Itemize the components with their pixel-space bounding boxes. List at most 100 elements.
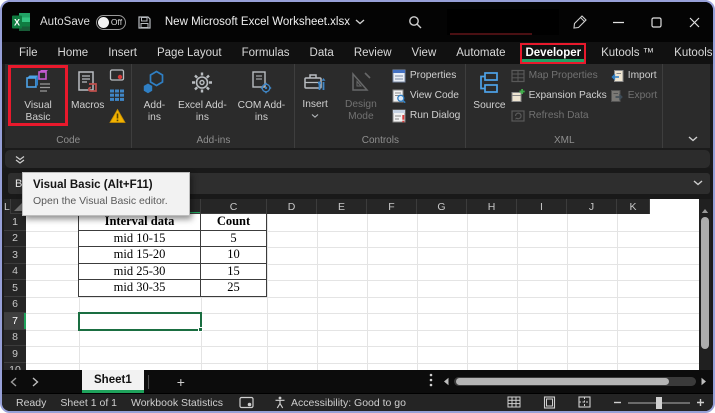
column-header-G[interactable]: G [417, 199, 467, 214]
column-header-J[interactable]: J [567, 199, 617, 214]
row-header-4[interactable]: 4 [4, 264, 26, 281]
sheet-nav-right-icon[interactable] [24, 377, 46, 387]
ribbon-tab-formulas[interactable]: Formulas [239, 45, 293, 61]
excel-add-ins-button[interactable]: Excel Add-ins [174, 67, 230, 124]
macros-button[interactable]: Macros [69, 67, 106, 113]
row-header-8[interactable]: 8 [4, 330, 26, 347]
ribbon-tab-data[interactable]: Data [307, 45, 337, 61]
column-header-C[interactable]: C [201, 199, 267, 214]
column-header-L[interactable]: L [4, 199, 11, 214]
workbook-statistics-button[interactable]: Workbook Statistics [131, 397, 223, 409]
cell-C2[interactable]: 5 [200, 230, 267, 248]
title-chevron-icon[interactable] [355, 19, 365, 25]
view-page-layout-icon[interactable] [543, 396, 556, 409]
properties-button[interactable]: Properties [392, 67, 460, 84]
save-icon[interactable] [138, 16, 151, 29]
cell-B5[interactable]: mid 30-35 [78, 279, 201, 297]
vscroll-thumb[interactable] [701, 217, 709, 349]
cell-C4[interactable]: 15 [200, 263, 267, 281]
column-header-F[interactable]: F [367, 199, 417, 214]
cell-B3[interactable]: mid 15-20 [78, 246, 201, 264]
view-page-break-icon[interactable] [578, 396, 591, 409]
status-sheet-info: Sheet 1 of 1 [60, 397, 117, 409]
ribbon-tab-kutools-plus[interactable]: Kutools Plus [671, 45, 715, 61]
ribbon-tab-file[interactable]: File [16, 45, 41, 61]
row-header-3[interactable]: 3 [4, 247, 26, 264]
column-header-H[interactable]: H [467, 199, 517, 214]
expansion-packs-button[interactable]: Expansion Packs [511, 87, 607, 104]
cell-B2[interactable]: mid 10-15 [78, 230, 201, 248]
import-button[interactable]: Import [610, 67, 657, 84]
cell-B4[interactable]: mid 25-30 [78, 263, 201, 281]
visual-basic-button[interactable]: Visual Basic [10, 67, 66, 124]
accessibility-status[interactable]: Accessibility: Good to go [291, 397, 406, 409]
ribbon-tab-review[interactable]: Review [351, 45, 395, 61]
ribbon-tab-kutools[interactable]: Kutools ™ [598, 45, 657, 61]
column-header-I[interactable]: I [517, 199, 567, 214]
add-ins-button[interactable]: Add-ins [137, 67, 171, 124]
row-header-6[interactable]: 6 [4, 297, 26, 314]
add-sheet-button[interactable]: + [177, 374, 185, 390]
com-add-ins-button[interactable]: COM Add-ins [233, 67, 289, 124]
insert-button[interactable]: Insert [300, 67, 329, 120]
selected-cell-B7[interactable] [78, 312, 202, 331]
selection-fill-handle[interactable] [198, 327, 203, 332]
export-button: Export [610, 87, 657, 104]
macro-security-icon[interactable] [109, 107, 126, 124]
design-mode-button: Design Mode [333, 67, 389, 123]
ribbon-tab-home[interactable]: Home [55, 45, 92, 61]
view-code-button[interactable]: View Code [392, 87, 460, 104]
document-title[interactable]: New Microsoft Excel Worksheet.xlsx [165, 16, 350, 28]
draw-icon[interactable] [573, 15, 587, 29]
worksheet-grid[interactable]: ABCDEFGHIJKL12345678910Interval dataCoun… [4, 199, 711, 370]
record-macro-icon[interactable] [109, 67, 126, 84]
formula-bar-expand-icon[interactable] [693, 180, 703, 186]
run-dialog-button[interactable]: Run Dialog [392, 107, 460, 124]
column-header-K[interactable]: K [617, 199, 650, 214]
qat-customize-icon[interactable] [15, 155, 25, 164]
relative-references-icon[interactable] [109, 87, 126, 104]
hscroll-right-icon[interactable] [700, 377, 708, 386]
collapse-ribbon-icon[interactable] [688, 136, 698, 142]
run-dialog-icon [392, 109, 406, 123]
sheet-options-dots-icon[interactable] [429, 373, 433, 390]
hscroll-thumb[interactable] [456, 378, 669, 385]
ribbon-tab-page-layout[interactable]: Page Layout [154, 45, 225, 61]
source-button[interactable]: Source [471, 67, 507, 113]
design-mode-label: Design Mode [335, 99, 387, 122]
zoom-in-icon[interactable] [696, 398, 705, 407]
sheet-nav-left-icon[interactable] [2, 377, 24, 387]
zoom-slider-track[interactable] [628, 402, 690, 404]
cell-C3[interactable]: 10 [200, 246, 267, 264]
ribbon-tab-automate[interactable]: Automate [453, 45, 508, 61]
sheet-tab-sheet1[interactable]: Sheet1 [82, 370, 144, 393]
search-icon[interactable] [408, 15, 422, 29]
view-normal-icon[interactable] [507, 396, 521, 409]
autosave-toggle[interactable]: Off [96, 15, 126, 30]
row-header-1[interactable]: 1 [4, 214, 26, 231]
column-header-E[interactable]: E [317, 199, 367, 214]
row-header-2[interactable]: 2 [4, 231, 26, 248]
close-button[interactable] [685, 14, 703, 30]
ribbon-tab-insert[interactable]: Insert [105, 45, 140, 61]
row-header-7[interactable]: 7 [4, 313, 26, 330]
macro-record-icon[interactable] [239, 396, 254, 409]
refresh-data-button: Refresh Data [511, 107, 607, 124]
ribbon-tab-view[interactable]: View [409, 45, 440, 61]
minimize-button[interactable] [609, 14, 627, 30]
hscroll-track[interactable] [454, 377, 696, 386]
cell-C5[interactable]: 25 [200, 279, 267, 297]
cell-C1[interactable]: Count [200, 213, 267, 231]
zoom-out-icon[interactable] [613, 398, 622, 407]
maximize-button[interactable] [647, 14, 665, 30]
hscroll-left-icon[interactable] [442, 377, 450, 386]
column-header-D[interactable]: D [267, 199, 317, 214]
row-header-9[interactable]: 9 [4, 346, 26, 363]
ribbon-tab-developer[interactable]: Developer [522, 45, 584, 62]
group-label-add-ins: Add-ins [132, 134, 294, 148]
horizontal-scrollbar[interactable] [442, 376, 708, 387]
vertical-scrollbar[interactable] [699, 199, 711, 370]
zoom-slider-handle[interactable] [656, 397, 662, 409]
row-header-5[interactable]: 5 [4, 280, 26, 297]
row-header-10[interactable]: 10 [4, 363, 26, 371]
